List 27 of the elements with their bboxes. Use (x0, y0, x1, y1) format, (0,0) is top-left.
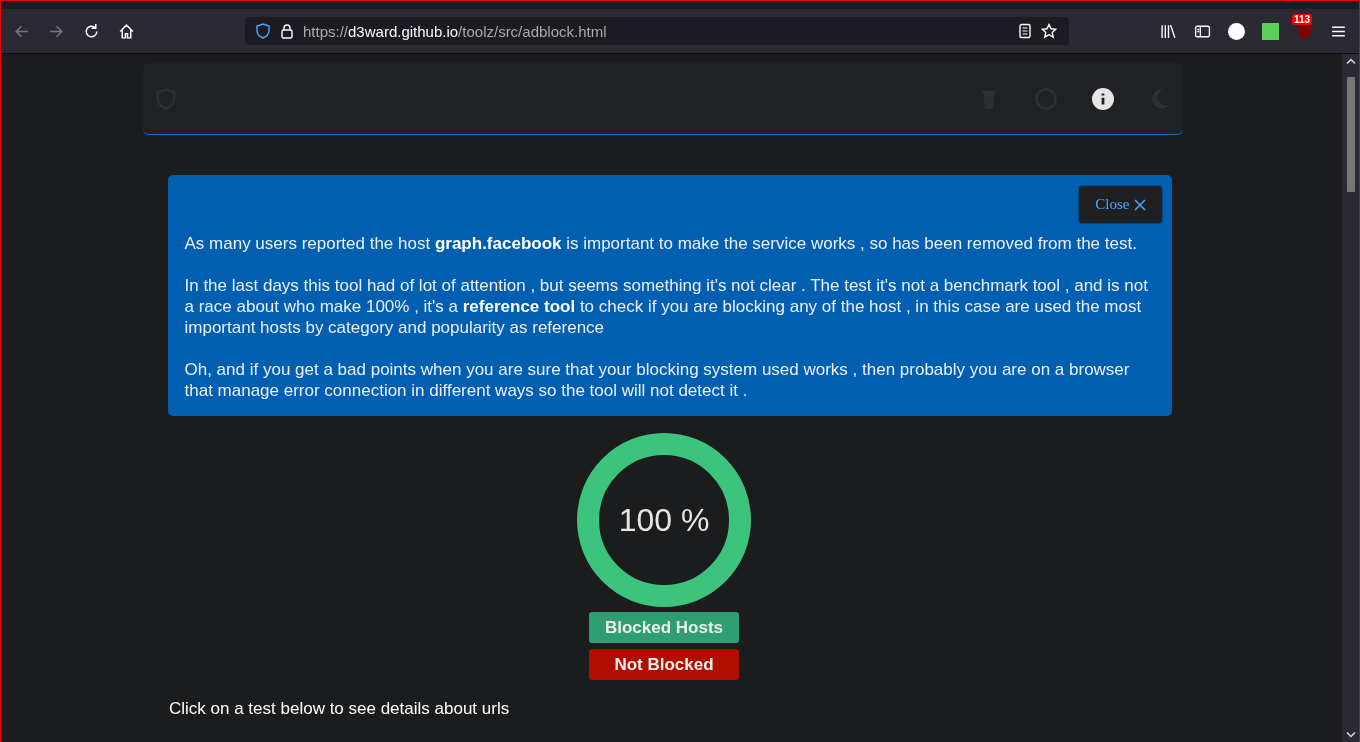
legend-label: Blocked Hosts (589, 612, 739, 643)
circle-extension-icon[interactable] (1228, 22, 1245, 40)
shield-icon (255, 23, 271, 39)
home-icon[interactable] (118, 22, 135, 40)
hint-text: Click on a test below to see details about urls (169, 699, 510, 719)
score-percentage: 100 % (618, 501, 710, 539)
close-button[interactable]: Close (1078, 185, 1163, 224)
extension-badge: 113 (1292, 13, 1313, 25)
info-icon[interactable] (1091, 87, 1114, 110)
shield-extension-icon[interactable] (1296, 22, 1313, 40)
library-icon[interactable] (1160, 22, 1177, 40)
address-bar[interactable]: https://d3ward.github.io/toolz/src/adblock.html (245, 17, 1069, 45)
url-text: https://d3ward.github.io/toolz/src/adblock.html (303, 22, 608, 40)
reload-icon[interactable] (83, 22, 100, 40)
scroll-down-icon[interactable] (1345, 731, 1356, 738)
sidebar-icon[interactable] (1194, 22, 1211, 40)
scroll-thumb[interactable] (1346, 77, 1355, 192)
scroll-up-icon[interactable] (1345, 58, 1356, 65)
close-icon (1133, 198, 1146, 211)
notice-paragraph: In the last days this tool had of lot of attention , but seems something it's not clear . The test it's not a benchmark tool , and is not a race about who make 100% , it's a reference tool to check if you are blocking any of the host , in this case are used the most important hosts by category and popularity as reference (184, 275, 1149, 338)
bookmark-star-icon[interactable] (1041, 23, 1057, 39)
lock-icon (279, 23, 295, 39)
notice-paragraph: Oh, and if you get a bad points when you are sure that your blocking system used works , then probably you are on a browser that manage error connection in different ways so the tool will not detect it . (184, 359, 1131, 401)
reader-view-icon[interactable] (1017, 23, 1033, 39)
legend-label: Not Blocked (589, 649, 739, 680)
scrollbar[interactable] (1342, 54, 1359, 742)
notice-paragraph: As many users reported the host graph.facebook is important to make the service works , so has been removed from the test. (184, 233, 1138, 254)
